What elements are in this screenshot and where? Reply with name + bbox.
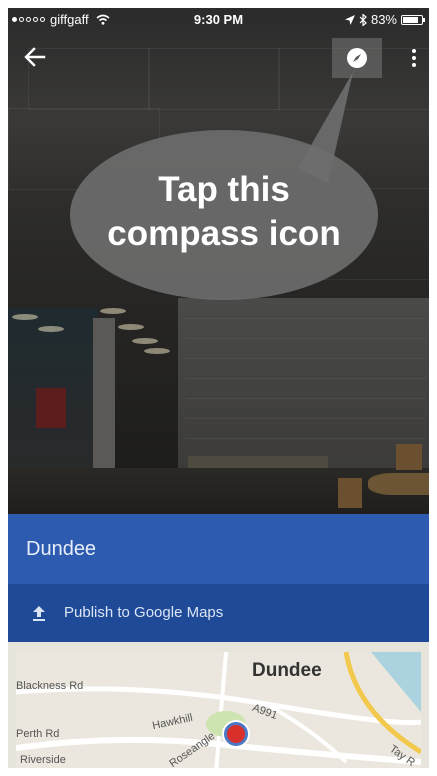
more-vert-icon	[412, 49, 416, 53]
screen: giffgaff 9:30 PM 83% Tap this compass ic…	[8, 8, 429, 768]
publish-label: Publish to Google Maps	[64, 604, 224, 621]
map-roads	[16, 652, 421, 768]
compass-button[interactable]	[332, 38, 382, 78]
place-header: Dundee	[8, 514, 429, 584]
more-options-button[interactable]	[406, 46, 422, 70]
location-pin-icon	[224, 722, 248, 746]
publish-button[interactable]: Publish to Google Maps	[8, 584, 429, 642]
callout-bubble: Tap this compass icon	[70, 130, 378, 300]
place-title: Dundee	[26, 538, 97, 560]
compass-icon	[347, 48, 367, 68]
upload-icon	[33, 606, 45, 621]
map-preview[interactable]: Dundee Blackness Rd Hawkhill A991 Perth …	[8, 642, 429, 768]
map-city-label: Dundee	[252, 660, 322, 681]
map-road-label: Riverside	[20, 754, 66, 766]
map-road-label: Perth Rd	[16, 728, 60, 740]
callout-text: Tap this compass icon	[107, 170, 341, 253]
map-road-label: Blackness Rd	[16, 680, 84, 692]
